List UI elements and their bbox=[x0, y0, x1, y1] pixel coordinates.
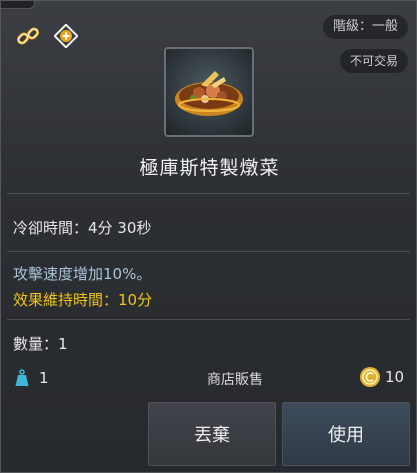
trade-status-badge: 不可交易 bbox=[339, 49, 408, 73]
item-icon-frame bbox=[164, 47, 254, 137]
grade-badge: 階級：一般 bbox=[322, 15, 408, 39]
cooldown-text: 冷卻時間：4分 30秒 bbox=[13, 219, 152, 237]
coin-icon bbox=[360, 367, 380, 387]
weight-value: 1 bbox=[39, 369, 49, 387]
weight-icon bbox=[15, 369, 29, 386]
effect-duration: 效果維持時間：10分 bbox=[13, 291, 153, 309]
link-icon[interactable] bbox=[15, 23, 41, 49]
sell-price: 10 bbox=[359, 366, 404, 388]
price-value: 10 bbox=[385, 368, 405, 386]
use-button[interactable]: 使用 bbox=[282, 402, 410, 466]
item-name: 極庫斯特製燉菜 bbox=[139, 157, 280, 179]
weight-info: 1 bbox=[15, 367, 49, 389]
discard-button[interactable]: 丟棄 bbox=[148, 402, 276, 466]
shop-sell-label: 商店販售 bbox=[207, 372, 263, 388]
divider bbox=[7, 319, 410, 320]
effect-description: 攻擊速度增加10%。 bbox=[13, 265, 152, 283]
corner-tab bbox=[1, 1, 35, 9]
divider bbox=[7, 193, 410, 194]
quantity-text: 數量：1 bbox=[13, 335, 68, 353]
divider bbox=[7, 251, 410, 252]
item-tooltip-panel: 階級：一般 不可交易 極庫斯特製燉菜 冷卻時間：4分 30秒 攻擊速度增加10%… bbox=[0, 0, 417, 473]
stew-plate-icon bbox=[175, 71, 243, 116]
plus-circle-icon[interactable] bbox=[53, 23, 79, 49]
